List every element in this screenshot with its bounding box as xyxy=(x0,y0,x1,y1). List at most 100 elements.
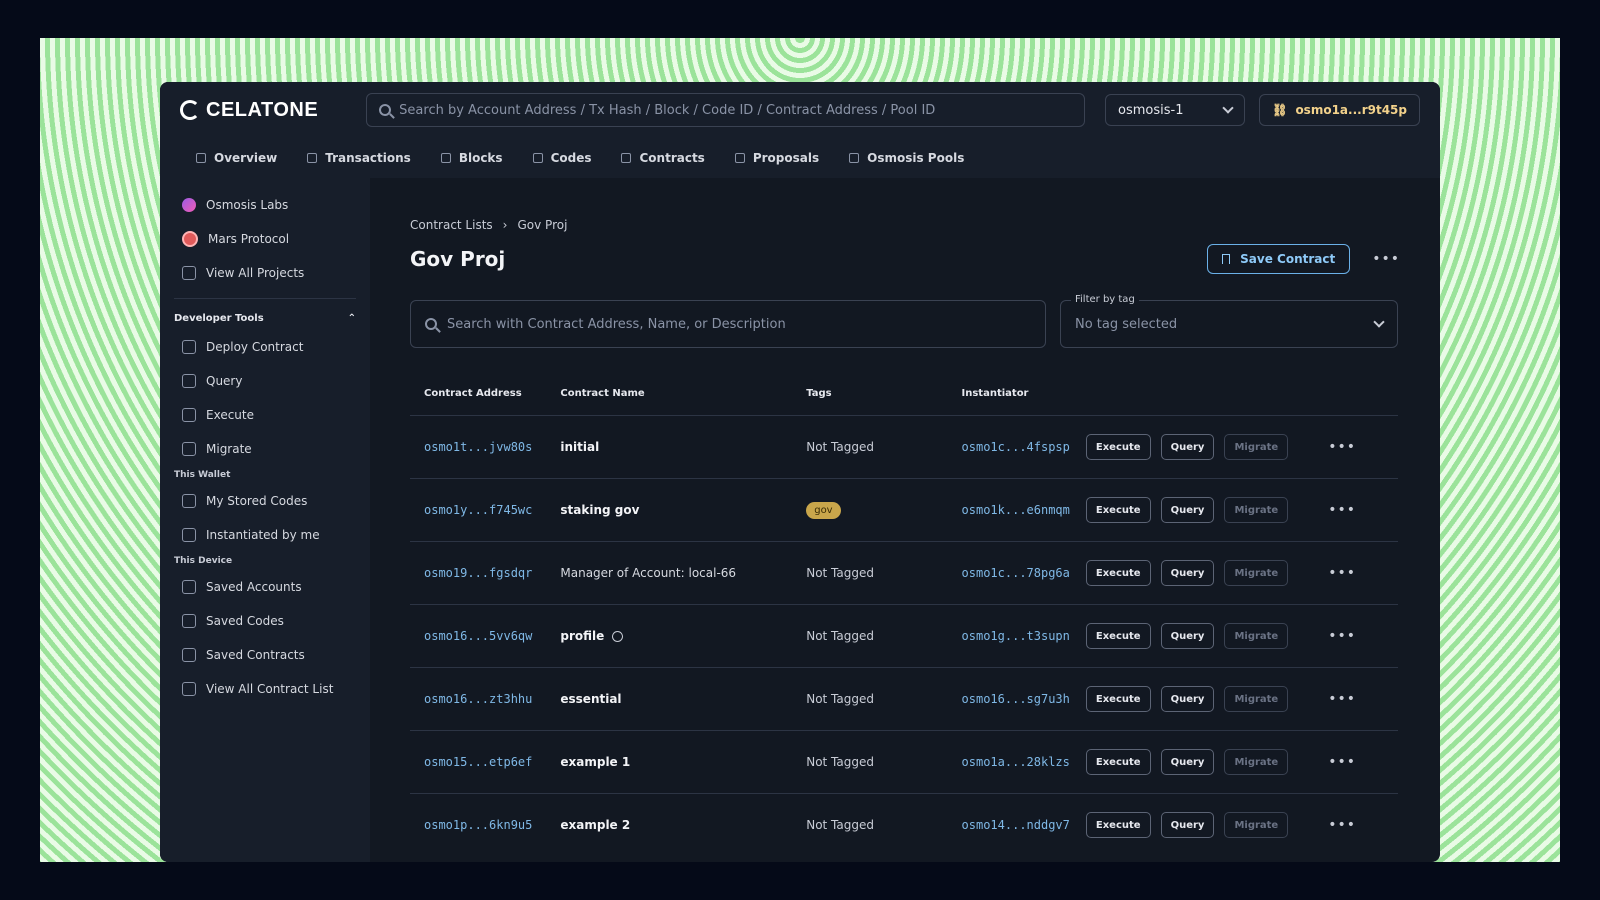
instantiator-link[interactable]: osmo16...sg7u3h xyxy=(962,692,1070,706)
sidebar-item-deploy-contract[interactable]: Deploy Contract xyxy=(174,330,356,364)
code-icon xyxy=(182,494,196,508)
query-button[interactable]: Query xyxy=(1160,623,1215,649)
instantiator-link[interactable]: osmo1c...4fspsp xyxy=(962,440,1070,454)
sidebar-item-view-all-contract-list[interactable]: View All Contract List xyxy=(174,672,356,706)
migrate-button[interactable]: Migrate xyxy=(1224,497,1289,523)
instantiator-link[interactable]: osmo1a...28klzs xyxy=(962,755,1070,769)
mars-logo-icon xyxy=(182,231,198,247)
logo[interactable]: CELATONE xyxy=(180,99,354,122)
sidebar-item-execute[interactable]: Execute xyxy=(174,398,356,432)
execute-button[interactable]: Execute xyxy=(1085,560,1151,586)
table-row[interactable]: osmo1t...jvw80s initial Not Tagged osmo1c..… xyxy=(410,415,1398,479)
query-button[interactable]: Query xyxy=(1160,434,1215,460)
contract-name: essential xyxy=(560,692,622,706)
migrate-button[interactable]: Migrate xyxy=(1224,623,1289,649)
execute-button[interactable]: Execute xyxy=(1085,749,1151,775)
osmosis-logo-icon xyxy=(182,198,196,212)
contract-name: example 1 xyxy=(560,755,631,769)
migrate-button[interactable]: Migrate xyxy=(1224,560,1289,586)
instantiator-link[interactable]: osmo1g...t3supn xyxy=(962,629,1070,643)
row-more-icon[interactable]: ••• xyxy=(1328,565,1356,581)
instantiator-link[interactable]: osmo1k...e6nmqm xyxy=(962,503,1070,517)
contract-address-link[interactable]: osmo1t...jvw80s xyxy=(424,440,532,454)
execute-button[interactable]: Execute xyxy=(1085,686,1151,712)
table-row[interactable]: osmo16...5vv6qw profile Not Tagged osmo1g..… xyxy=(410,604,1398,668)
row-more-icon[interactable]: ••• xyxy=(1328,754,1356,770)
code-icon xyxy=(532,153,543,163)
sidebar-item-osmosis-labs[interactable]: Osmosis Labs xyxy=(174,188,356,222)
row-more-icon[interactable]: ••• xyxy=(1328,817,1356,833)
execute-button[interactable]: Execute xyxy=(1085,497,1151,523)
this-wallet-heading: This Wallet xyxy=(174,470,231,480)
sidebar-item-saved-codes[interactable]: Saved Codes xyxy=(174,604,356,638)
block-icon xyxy=(440,153,451,163)
contract-address-link[interactable]: osmo1y...f745wc xyxy=(424,503,532,517)
row-more-icon[interactable]: ••• xyxy=(1328,691,1356,707)
execute-button[interactable]: Execute xyxy=(1085,812,1151,839)
instantiator-link[interactable]: osmo1c...78pg6a xyxy=(962,566,1070,580)
contract-address-link[interactable]: osmo1p...6kn9u5 xyxy=(424,818,532,832)
info-icon[interactable] xyxy=(612,631,624,642)
nav-item-label: Codes xyxy=(550,151,592,165)
nav-item-osmosis-pools[interactable]: Osmosis Pools xyxy=(849,151,964,165)
query-button[interactable]: Query xyxy=(1160,686,1215,712)
sidebar-item-query[interactable]: Query xyxy=(174,364,356,398)
contract-address-link[interactable]: osmo16...5vv6qw xyxy=(424,629,532,643)
execute-button[interactable]: Execute xyxy=(1085,434,1151,460)
migrate-button[interactable]: Migrate xyxy=(1224,812,1289,839)
more-options-icon[interactable]: ••• xyxy=(1372,251,1400,267)
nav-item-contracts[interactable]: Contracts xyxy=(621,151,705,165)
nav-item-codes[interactable]: Codes xyxy=(532,151,592,165)
contract-search-input[interactable]: Search with Contract Address, Name, or D… xyxy=(410,300,1046,348)
sidebar-item-saved-accounts[interactable]: Saved Accounts xyxy=(174,570,356,604)
query-button[interactable]: Query xyxy=(1160,812,1215,839)
nav-item-proposals[interactable]: Proposals xyxy=(734,151,819,165)
instantiator-link[interactable]: osmo14...nddgv7 xyxy=(962,818,1070,832)
migrate-button[interactable]: Migrate xyxy=(1224,686,1289,712)
contract-address-link[interactable]: osmo15...etp6ef xyxy=(424,755,532,769)
migrate-button[interactable]: Migrate xyxy=(1224,749,1289,775)
sidebar-item-instantiated-by-me[interactable]: Instantiated by me xyxy=(174,518,356,552)
row-more-icon[interactable]: ••• xyxy=(1328,439,1356,455)
sidebar-item-view-all-projects[interactable]: View All Projects xyxy=(174,256,356,290)
contract-address-link[interactable]: osmo19...fgsdqr xyxy=(424,566,532,580)
row-more-icon[interactable]: ••• xyxy=(1328,628,1356,644)
developer-tools-heading[interactable]: Developer Tools ⌃ xyxy=(174,309,356,330)
bookmark-icon xyxy=(1222,254,1231,264)
instantiate-icon xyxy=(182,528,196,542)
tag-filter-select[interactable]: Filter by tag No tag selected xyxy=(1060,294,1398,348)
query-button[interactable]: Query xyxy=(1160,497,1215,523)
nav-item-label: Osmosis Pools xyxy=(867,151,965,165)
table-row[interactable]: osmo19...fgsdqr Manager of Account: local… xyxy=(410,541,1398,605)
sidebar-item-my-stored-codes[interactable]: My Stored Codes xyxy=(174,484,356,518)
column-header: Tags xyxy=(806,388,832,399)
query-button[interactable]: Query xyxy=(1160,560,1215,586)
query-button[interactable]: Query xyxy=(1160,749,1215,775)
sidebar-item-label: View All Projects xyxy=(206,266,305,280)
celatone-logo-icon xyxy=(180,100,200,120)
execute-button[interactable]: Execute xyxy=(1085,623,1151,649)
sidebar-item-label: Saved Contracts xyxy=(206,648,305,662)
migrate-icon xyxy=(182,442,196,456)
sidebar-item-saved-contracts[interactable]: Saved Contracts xyxy=(174,638,356,672)
row-more-icon[interactable]: ••• xyxy=(1328,502,1356,518)
migrate-button[interactable]: Migrate xyxy=(1224,434,1289,460)
table-row[interactable]: osmo1p...6kn9u5 example 2 Not Tagged osmo14… xyxy=(410,793,1398,857)
global-search-input[interactable]: Search by Account Address / Tx Hash / Bl… xyxy=(366,93,1086,127)
logo-text: CELATONE xyxy=(206,98,319,121)
table-row[interactable]: osmo1y...f745wc staking gov gov osmo1k...e6… xyxy=(410,478,1398,542)
save-contract-button[interactable]: Save Contract xyxy=(1207,244,1351,274)
breadcrumb-contract-lists[interactable]: Contract Lists xyxy=(410,218,493,232)
sidebar-item-migrate[interactable]: Migrate xyxy=(174,432,356,466)
column-header: Contract Address xyxy=(424,388,522,399)
wallet-button[interactable]: ⛓ osmo1a...r9t45p xyxy=(1259,94,1420,126)
nav-item-overview[interactable]: Overview xyxy=(196,151,277,165)
network-select[interactable]: osmosis-1 xyxy=(1105,94,1246,126)
table-row[interactable]: osmo16...zt3hhu essential Not Tagged osmo16… xyxy=(410,667,1398,731)
contract-address-link[interactable]: osmo16...zt3hhu xyxy=(424,692,532,706)
nav-item-transactions[interactable]: Transactions xyxy=(307,151,411,165)
nav-item-blocks[interactable]: Blocks xyxy=(440,151,503,165)
table-row[interactable]: osmo15...etp6ef example 1 Not Tagged osmo1a… xyxy=(410,730,1398,794)
sidebar-item-mars-protocol[interactable]: Mars Protocol xyxy=(174,222,356,256)
contract-name: initial xyxy=(560,440,600,454)
